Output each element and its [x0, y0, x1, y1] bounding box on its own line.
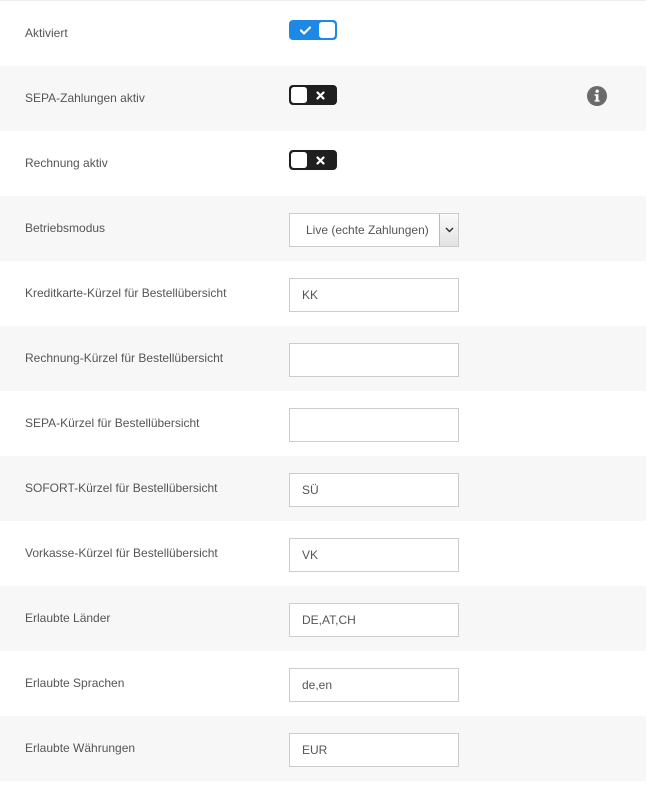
languages-input[interactable]	[289, 668, 459, 702]
mode-label: Betriebsmodus	[25, 221, 106, 235]
sepa-short-label: SEPA-Kürzel für Bestellübersicht	[25, 416, 200, 430]
row-mode: Betriebsmodus Live (echte Zahlungen)	[0, 196, 646, 261]
activated-label: Aktiviert	[25, 26, 68, 40]
row-currencies: Erlaubte Währungen	[0, 716, 646, 781]
row-cc-short: Kreditkarte-Kürzel für Bestellübersicht	[0, 261, 646, 326]
sofort-short-label: SOFORT-Kürzel für Bestellübersicht	[25, 481, 218, 495]
payment-settings-form: Aktiviert SEPA-Zahlungen aktiv Rechnung …	[0, 0, 646, 786]
toggle-knob	[319, 22, 335, 38]
invoice-short-label: Rechnung-Kürzel für Bestellübersicht	[25, 351, 224, 365]
sepa-payments-label: SEPA-Zahlungen aktiv	[25, 91, 145, 105]
chevron-down-icon[interactable]	[439, 214, 458, 246]
row-invoice-short: Rechnung-Kürzel für Bestellübersicht	[0, 326, 646, 391]
row-sepa-short: SEPA-Kürzel für Bestellübersicht	[0, 391, 646, 456]
toggle-knob	[291, 87, 307, 103]
prepay-short-label: Vorkasse-Kürzel für Bestellübersicht	[25, 546, 218, 560]
mode-select-value: Live (echte Zahlungen)	[306, 223, 429, 237]
countries-input[interactable]	[289, 603, 459, 637]
row-prepay-short: Vorkasse-Kürzel für Bestellübersicht	[0, 521, 646, 586]
close-icon	[311, 152, 329, 168]
cc-short-label: Kreditkarte-Kürzel für Bestellübersicht	[25, 286, 227, 300]
close-icon	[311, 87, 329, 103]
toggle-knob	[291, 152, 307, 168]
currencies-label: Erlaubte Währungen	[25, 741, 136, 755]
check-icon	[296, 22, 314, 38]
sofort-short-input[interactable]	[289, 473, 459, 507]
sepa-short-input[interactable]	[289, 408, 459, 442]
row-activated: Aktiviert	[0, 1, 646, 66]
invoice-label: Rechnung aktiv	[25, 156, 108, 170]
row-sofort-short: SOFORT-Kürzel für Bestellübersicht	[0, 456, 646, 521]
info-icon[interactable]	[587, 86, 607, 106]
row-sepa-payments: SEPA-Zahlungen aktiv	[0, 66, 646, 131]
sepa-payments-toggle[interactable]	[289, 85, 337, 105]
row-countries: Erlaubte Länder	[0, 586, 646, 651]
countries-label: Erlaubte Länder	[25, 611, 111, 625]
invoice-toggle[interactable]	[289, 150, 337, 170]
prepay-short-input[interactable]	[289, 538, 459, 572]
mode-select[interactable]: Live (echte Zahlungen)	[289, 213, 459, 247]
invoice-short-input[interactable]	[289, 343, 459, 377]
currencies-input[interactable]	[289, 733, 459, 767]
row-invoice: Rechnung aktiv	[0, 131, 646, 196]
activated-toggle[interactable]	[289, 20, 337, 40]
cc-short-input[interactable]	[289, 278, 459, 312]
row-languages: Erlaubte Sprachen	[0, 651, 646, 716]
languages-label: Erlaubte Sprachen	[25, 676, 125, 690]
